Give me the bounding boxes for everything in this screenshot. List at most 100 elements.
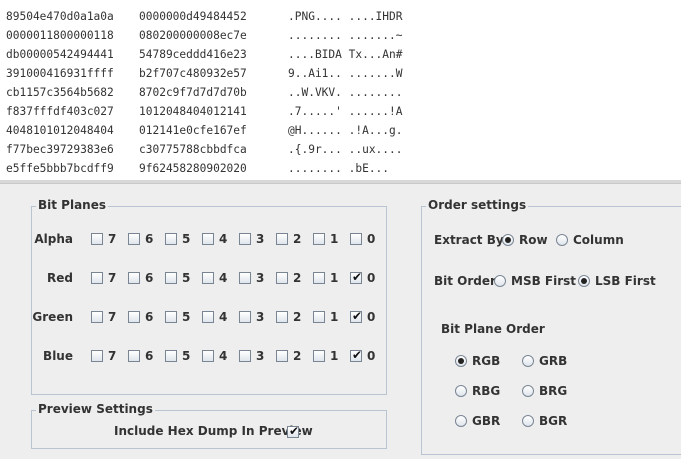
hex-dump-scrollbar[interactable] (0, 180, 681, 183)
checkbox-box[interactable] (202, 272, 214, 284)
checkbox-box[interactable]: ✔ (350, 348, 363, 362)
bit-number-label: 2 (293, 271, 302, 285)
hex-dump-line: cb1157c3564b5682 8702c9f7d7d7d70b ..W.VKV.… (6, 83, 403, 102)
checkbox-box[interactable] (128, 233, 140, 245)
radio-circle[interactable] (502, 234, 514, 246)
bit-number-label: 6 (145, 310, 154, 324)
checkbox-box[interactable] (165, 233, 177, 245)
radio-label: GRB (539, 354, 568, 368)
ascii-column: ....BIDA Tx...An# (288, 48, 403, 61)
hex-column-2: 080200000008ec7e (139, 29, 247, 42)
hex-dump-line: f77bec39729383e6 c30775788cbbdfca .{.9r...… (6, 140, 403, 159)
checkbox-box[interactable] (313, 233, 325, 245)
checkbox-box[interactable] (276, 233, 288, 245)
bit-number-label: 4 (219, 271, 228, 285)
bit-number-label: 7 (108, 271, 117, 285)
bit-number-label: 2 (293, 349, 302, 363)
checkbox-box[interactable] (239, 311, 251, 323)
radio-circle[interactable] (455, 355, 467, 367)
checkbox-box[interactable]: ✔ (350, 270, 363, 284)
bit-number-label: 3 (256, 271, 265, 285)
check-mark-icon: ✔ (352, 309, 363, 323)
checkbox-box[interactable] (128, 311, 140, 323)
radio-label: Row (519, 233, 548, 247)
checkbox-box[interactable] (165, 272, 177, 284)
hex-column-2: c30775788cbbdfca (139, 143, 247, 156)
checkbox-box[interactable] (128, 272, 140, 284)
hex-column-2: 1012048404012141 (139, 105, 247, 118)
radio-label: RBG (472, 384, 501, 398)
hex-column-1: db00000542494441 (6, 48, 114, 61)
checkbox-box[interactable] (239, 272, 251, 284)
checkbox-box[interactable] (165, 350, 177, 362)
bit-plane-row-alpha: Alpha 7 6 5 4 3 2 1 0 (32, 230, 412, 250)
radio-circle[interactable] (578, 275, 590, 287)
radio-circle[interactable] (455, 415, 467, 427)
bit-number-label: 3 (256, 349, 265, 363)
radio-label: BGR (539, 414, 568, 428)
ascii-column: .PNG.... ....IHDR (288, 10, 403, 23)
hex-dump-line: f837fffdf403c027 1012048404012141 .7.....'… (6, 102, 403, 121)
checkbox-box[interactable] (165, 311, 177, 323)
order-settings-group: Order settings Extract By Row Column Bit … (421, 198, 681, 455)
ascii-column: ........ .......~ (288, 29, 403, 42)
hex-dump-panel[interactable]: 89504e470d0a1a0a 0000000d49484452 .PNG....… (0, 0, 681, 184)
bit-plane-row-label: Blue (43, 349, 73, 363)
checkbox-box[interactable] (276, 311, 288, 323)
bit-number-label: 0 (367, 310, 376, 324)
radio-selected-dot (505, 237, 511, 243)
radio-label: RGB (472, 354, 501, 368)
bit-number-label: 3 (256, 310, 265, 324)
bit-number-label: 4 (219, 310, 228, 324)
radio-label: GBR (472, 414, 501, 428)
checkbox-box[interactable]: ✔ (350, 309, 363, 323)
bit-number-label: 5 (182, 310, 191, 324)
radio-circle[interactable] (522, 385, 534, 397)
checkbox-box[interactable] (91, 233, 103, 245)
bit-number-label: 6 (145, 232, 154, 246)
bit-number-label: 1 (330, 310, 339, 324)
ascii-column: ........ .bE... (288, 162, 390, 175)
checkbox-box[interactable] (350, 233, 362, 245)
checkbox-box[interactable] (313, 311, 325, 323)
radio-circle[interactable] (522, 415, 534, 427)
check-mark-icon: ✔ (352, 270, 363, 284)
hex-column-2: 0000000d49484452 (139, 10, 247, 23)
bit-plane-row-red: Red 7 6 5 4 3 2 1 ✔ 0 (32, 269, 412, 289)
bit-plane-row-label: Green (32, 310, 73, 324)
hex-column-2: 9f62458280902020 (139, 162, 247, 175)
checkbox-box[interactable] (202, 350, 214, 362)
include-hex-dump-box[interactable]: ✔ (287, 424, 300, 438)
checkbox-box[interactable] (276, 272, 288, 284)
check-mark-icon: ✔ (289, 424, 300, 438)
radio-circle[interactable] (522, 355, 534, 367)
checkbox-box[interactable] (313, 350, 325, 362)
bit-number-label: 5 (182, 271, 191, 285)
checkbox-box[interactable] (239, 350, 251, 362)
hex-dump-line: 89504e470d0a1a0a 0000000d49484452 .PNG....… (6, 7, 403, 26)
radio-circle[interactable] (455, 385, 467, 397)
checkbox-box[interactable] (313, 272, 325, 284)
ascii-column: .{.9r... ..ux.... (288, 143, 403, 156)
checkbox-box[interactable] (202, 311, 214, 323)
checkbox-box[interactable] (91, 272, 103, 284)
checkbox-box[interactable] (239, 233, 251, 245)
checkbox-box[interactable] (91, 350, 103, 362)
bit-number-label: 2 (293, 232, 302, 246)
checkbox-box[interactable] (276, 350, 288, 362)
checkbox-box[interactable] (128, 350, 140, 362)
radio-circle[interactable] (556, 234, 568, 246)
check-mark-icon: ✔ (352, 348, 363, 362)
bit-number-label: 4 (219, 232, 228, 246)
bit-number-label: 7 (108, 349, 117, 363)
checkbox-box[interactable] (91, 311, 103, 323)
bit-number-label: 7 (108, 232, 117, 246)
radio-selected-dot (458, 358, 464, 364)
order-settings-title: Order settings (426, 198, 529, 212)
bit-plane-row-green: Green 7 6 5 4 3 2 1 ✔ 0 (32, 308, 412, 328)
bit-number-label: 6 (145, 349, 154, 363)
checkbox-box[interactable] (202, 233, 214, 245)
hex-column-1: f837fffdf403c027 (6, 105, 114, 118)
hex-column-2: b2f707c480932e57 (139, 67, 247, 80)
radio-circle[interactable] (494, 275, 506, 287)
